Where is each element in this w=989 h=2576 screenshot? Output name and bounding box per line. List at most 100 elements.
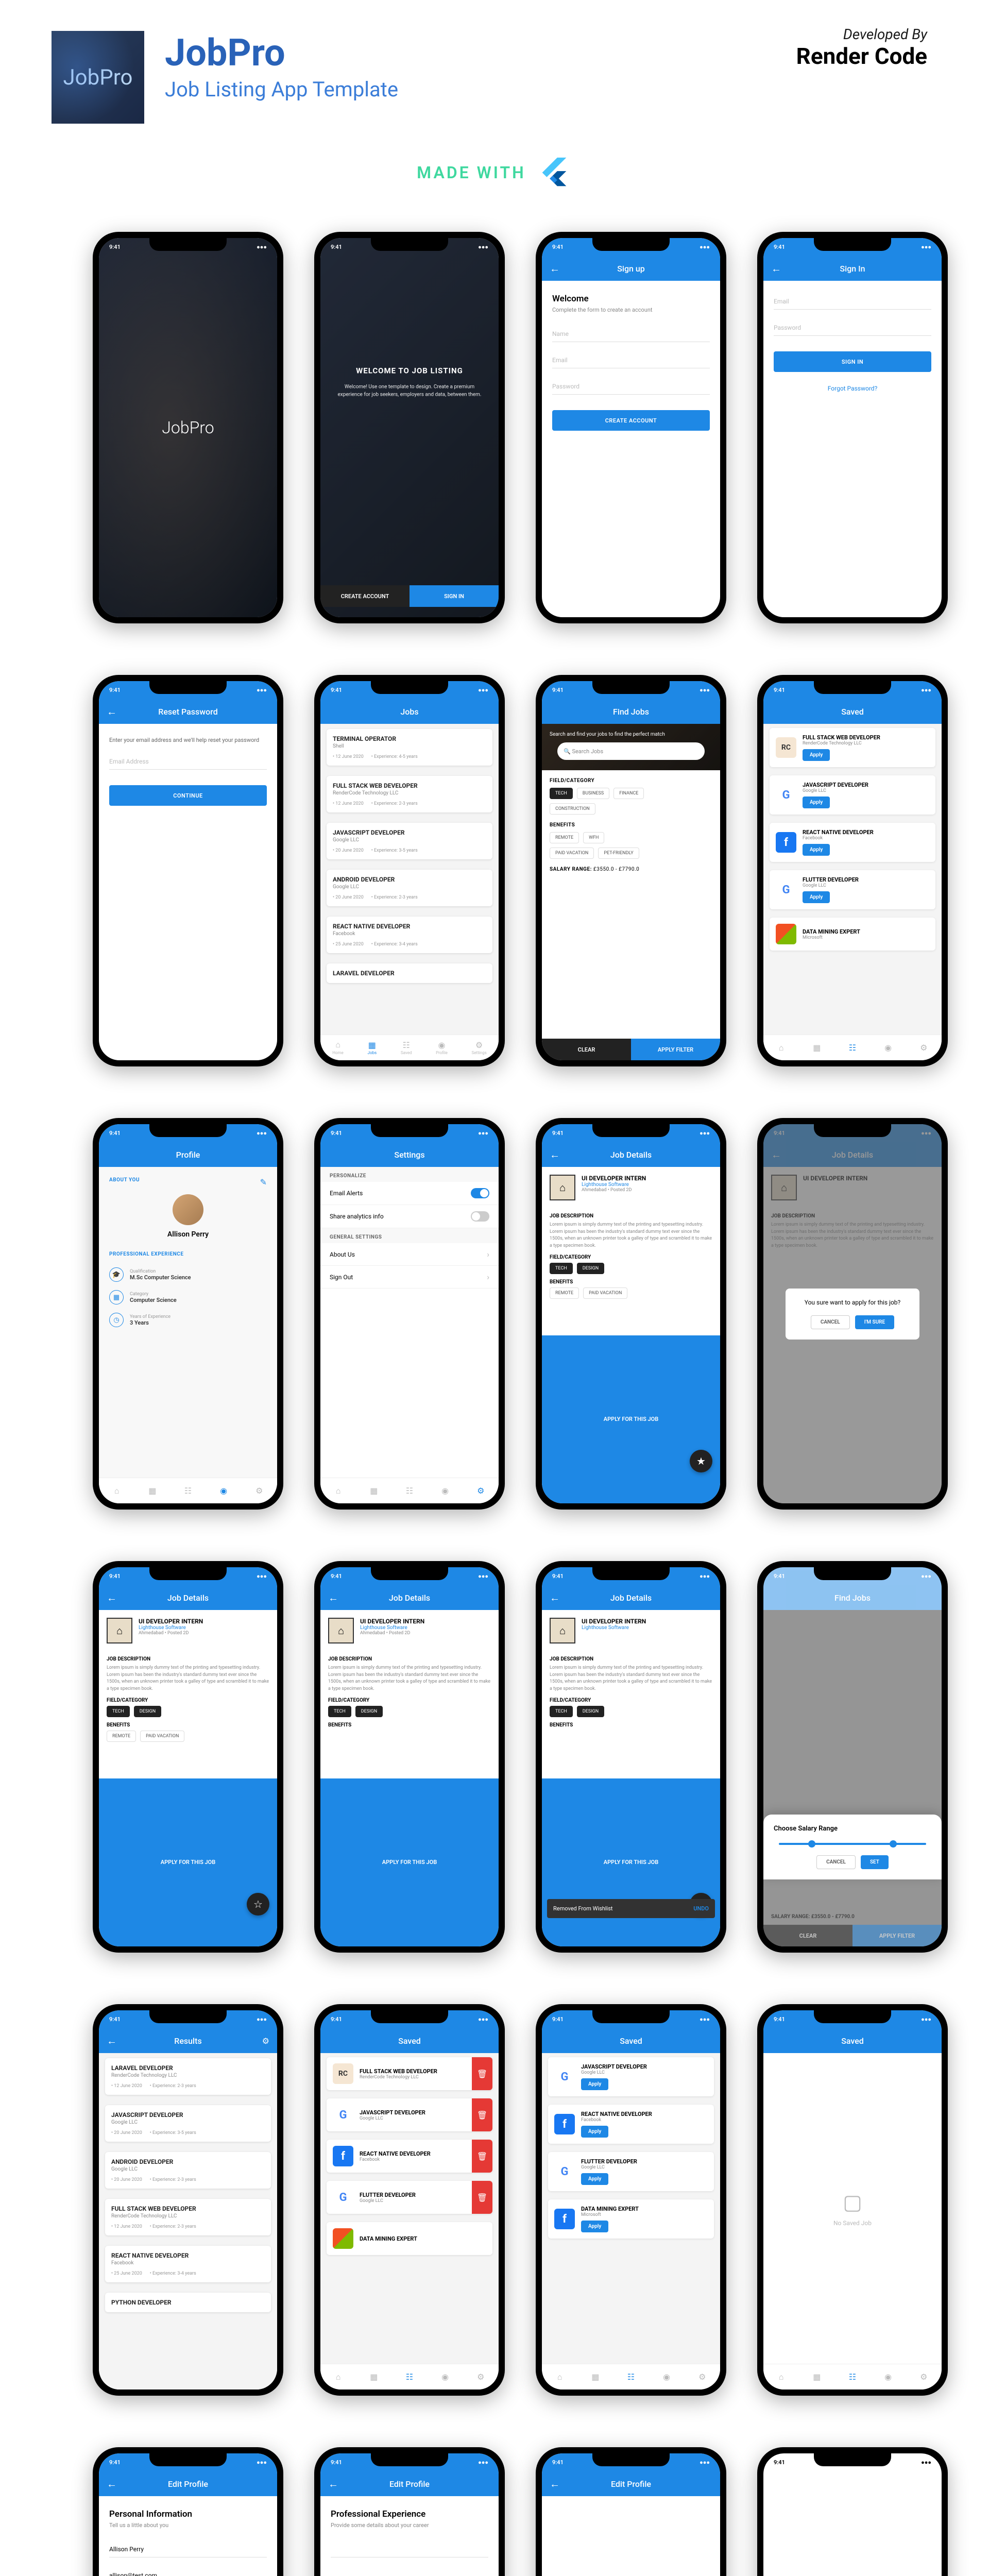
bookmark-fab[interactable]: ☆	[247, 1893, 269, 1916]
result-item[interactable]: ANDROID DEVELOPERGoogle LLC20 June 2020E…	[105, 2152, 271, 2189]
saved-item[interactable]: GFLUTTER DEVELOPERGoogle LLCApply	[548, 2152, 714, 2191]
back-icon[interactable]: ←	[107, 1591, 117, 1604]
saved-item[interactable]: GJAVASCRIPT DEVELOPERGoogle LLC🗑	[327, 2098, 492, 2131]
back-icon[interactable]: ←	[107, 705, 117, 718]
name-field[interactable]	[109, 2541, 267, 2557]
delete-button[interactable]: 🗑	[472, 2098, 492, 2131]
nav-profile[interactable]: ◉	[440, 2372, 450, 2382]
apply-button[interactable]: Apply	[803, 891, 830, 903]
nav-home[interactable]: ⌂	[777, 2372, 786, 2382]
back-icon[interactable]: ←	[771, 262, 781, 275]
email-field[interactable]	[109, 2568, 267, 2576]
email-alerts-row[interactable]: Email Alerts	[320, 1182, 499, 1205]
delete-button[interactable]: 🗑	[472, 2057, 492, 2090]
nav-profile[interactable]: ◉	[219, 1486, 228, 1496]
apply-button[interactable]: Apply	[803, 796, 830, 808]
chip-tech[interactable]: TECH	[550, 788, 573, 799]
saved-item[interactable]: DATA MINING EXPERT	[327, 2222, 492, 2255]
back-icon[interactable]: ←	[328, 2478, 338, 2490]
signin-submit[interactable]: SIGN IN	[774, 351, 931, 372]
nav-saved[interactable]: ☷Saved	[401, 1040, 412, 1055]
forgot-password-link[interactable]: Forgot Password?	[774, 385, 931, 392]
edit-icon[interactable]: ✎	[260, 1177, 267, 1189]
nav-settings[interactable]: ⚙Settings	[471, 1040, 486, 1055]
share-analytics-row[interactable]: Share analytics info	[320, 1205, 499, 1228]
job-card[interactable]: ANDROID DEVELOPERGoogle LLC20 June 2020E…	[327, 870, 492, 906]
chip-finance[interactable]: FINANCE	[613, 788, 644, 799]
saved-item[interactable]: fREACT NATIVE DEVELOPERFacebookApply	[770, 823, 935, 862]
chip-business[interactable]: BUSINESS	[577, 788, 609, 799]
filter-icon[interactable]: ⚙	[262, 2036, 269, 2046]
apply-button[interactable]: Apply	[803, 749, 830, 761]
bookmark-fab[interactable]: ★	[690, 1450, 712, 1472]
toggle-on[interactable]	[471, 1188, 489, 1198]
saved-item[interactable]: DATA MINING EXPERTMicrosoft	[770, 918, 935, 951]
saved-item[interactable]: RCFULL STACK WEB DEVELOPERRenderCode Tec…	[327, 2057, 492, 2090]
nav-saved[interactable]: ☷	[405, 2372, 414, 2382]
apply-job-button[interactable]: APPLY FOR THIS JOB	[99, 1778, 277, 1947]
create-account-submit[interactable]: CREATE ACCOUNT	[552, 410, 710, 431]
continue-button[interactable]: CONTINUE	[109, 785, 267, 806]
password-input[interactable]	[552, 379, 710, 395]
nav-jobs[interactable]: ▦	[812, 2372, 822, 2382]
nav-profile[interactable]: ◉	[883, 1043, 893, 1053]
nav-jobs[interactable]: ▦	[148, 1486, 157, 1496]
nav-settings[interactable]: ⚙	[919, 1043, 928, 1053]
result-item[interactable]: PYTHON DEVELOPER	[105, 2293, 271, 2312]
apply-job-button[interactable]: APPLY FOR THIS JOB	[542, 1778, 720, 1947]
job-card[interactable]: FULL STACK WEB DEVELOPERRenderCode Techn…	[327, 776, 492, 812]
nav-home[interactable]: ⌂	[777, 1043, 786, 1053]
sheet-overlay[interactable]	[763, 1610, 942, 1946]
chip-remote[interactable]: REMOTE	[550, 832, 579, 843]
nav-profile[interactable]: ◉	[440, 1486, 450, 1496]
nav-settings[interactable]: ⚙	[697, 2372, 707, 2382]
saved-item[interactable]: GFLUTTER DEVELOPERGoogle LLC🗑	[327, 2181, 492, 2214]
nav-settings[interactable]: ⚙	[476, 2372, 485, 2382]
back-icon[interactable]: ←	[550, 262, 560, 275]
cancel-button[interactable]: CANCEL	[816, 1855, 856, 1869]
nav-profile[interactable]: ◉	[662, 2372, 671, 2382]
confirm-button[interactable]: I'M SURE	[855, 1315, 894, 1329]
saved-item[interactable]: fREACT NATIVE DEVELOPERFacebook🗑	[327, 2140, 492, 2173]
saved-item[interactable]: fREACT NATIVE DEVELOPERFacebookApply	[548, 2105, 714, 2144]
nav-jobs[interactable]: ▦	[369, 2372, 379, 2382]
delete-button[interactable]: 🗑	[472, 2140, 492, 2173]
saved-item[interactable]: RCFULL STACK WEB DEVELOPERRenderCode Tec…	[770, 728, 935, 767]
nav-home[interactable]: ⌂	[334, 2372, 343, 2382]
back-icon[interactable]: ←	[550, 1591, 560, 1604]
clear-filter-button[interactable]: CLEAR	[542, 1039, 631, 1060]
nav-jobs[interactable]: ▦	[369, 1486, 379, 1496]
job-card[interactable]: LARAVEL DEVELOPER	[327, 963, 492, 983]
email-input[interactable]	[774, 294, 931, 310]
name-input[interactable]	[552, 326, 710, 342]
qualification-field[interactable]	[331, 2541, 488, 2557]
apply-button[interactable]: Apply	[803, 844, 830, 856]
job-card[interactable]: TERMINAL OPERATORShell12 June 2020Experi…	[327, 729, 492, 766]
nav-profile[interactable]: ◉Profile	[436, 1040, 448, 1055]
search-input[interactable]: 🔍 Search Jobs	[557, 742, 705, 760]
email-input[interactable]	[552, 352, 710, 368]
result-item[interactable]: FULL STACK WEB DEVELOPERRenderCode Techn…	[105, 2199, 271, 2235]
result-item[interactable]: REACT NATIVE DEVELOPERFacebook25 June 20…	[105, 2246, 271, 2282]
saved-item[interactable]: GFLUTTER DEVELOPERGoogle LLCApply	[770, 870, 935, 909]
result-item[interactable]: JAVASCRIPT DEVELOPERGoogle LLC20 June 20…	[105, 2105, 271, 2142]
apply-job-button[interactable]: APPLY FOR THIS JOB	[542, 1335, 720, 1504]
dialog-overlay[interactable]: You sure want to apply for this job? CAN…	[763, 1124, 942, 1503]
nav-settings[interactable]: ⚙	[919, 2372, 928, 2382]
apply-job-button[interactable]: APPLY FOR THIS JOB	[320, 1778, 499, 1947]
set-button[interactable]: SET	[861, 1855, 889, 1869]
delete-button[interactable]: 🗑	[472, 2181, 492, 2214]
signout-row[interactable]: Sign Out›	[320, 1266, 499, 1289]
chip-wfh[interactable]: WFH	[583, 832, 604, 843]
nav-saved[interactable]: ☷	[848, 1043, 857, 1053]
apply-filter-button[interactable]: APPLY FILTER	[631, 1039, 720, 1060]
saved-item[interactable]: fDATA MINING EXPERTMicrosoftApply	[548, 2199, 714, 2239]
cancel-button[interactable]: CANCEL	[811, 1315, 850, 1329]
back-icon[interactable]: ←	[550, 1148, 560, 1161]
chip-paid-vacation[interactable]: PAID VACATION	[550, 848, 594, 859]
nav-jobs[interactable]: ▦Jobs	[367, 1040, 377, 1055]
about-us-row[interactable]: About Us›	[320, 1243, 499, 1266]
nav-saved[interactable]: ☷	[183, 1486, 193, 1496]
nav-jobs[interactable]: ▦	[812, 1043, 822, 1053]
jobs-list[interactable]: TERMINAL OPERATORShell12 June 2020Experi…	[320, 724, 499, 1035]
